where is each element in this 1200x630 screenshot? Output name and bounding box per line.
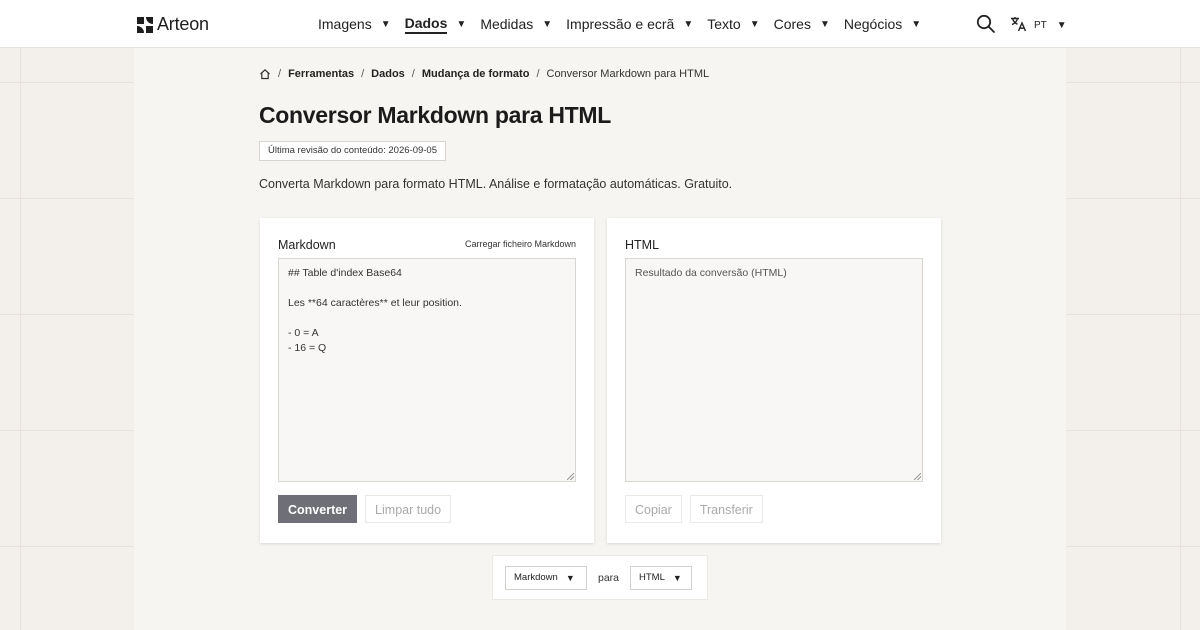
nav-item-label: Imagens xyxy=(318,16,372,32)
brand-name: Arteon xyxy=(157,14,209,34)
download-button[interactable]: Transferir xyxy=(689,495,763,523)
page-title: Conversor Markdown para HTML xyxy=(259,102,611,128)
chevron-down-icon: ▼ xyxy=(380,18,391,30)
chevron-down-icon: ▼ xyxy=(542,18,553,30)
brand-logo[interactable]: Arteon xyxy=(137,14,209,35)
search-icon[interactable] xyxy=(976,14,996,34)
nav-item-label: Impressão e ecrã xyxy=(566,16,675,32)
output-actions: Copiar Transferir xyxy=(625,495,763,523)
target-format-value: HTML xyxy=(639,572,665,583)
source-format-value: Markdown xyxy=(514,572,558,583)
nav-item-label: Dados xyxy=(404,15,448,34)
nav-item-label: Negócios xyxy=(843,16,903,32)
convert-button[interactable]: Converter xyxy=(278,495,358,523)
clear-all-button[interactable]: Limpar tudo xyxy=(365,495,452,523)
home-icon[interactable] xyxy=(259,68,271,80)
chevron-down-icon: ▼ xyxy=(672,572,682,583)
breadcrumb-ferramentas[interactable]: Ferramentas xyxy=(288,68,354,80)
nav-item-negocios[interactable]: Negócios ▼ xyxy=(844,0,921,48)
translate-icon xyxy=(1010,15,1028,36)
chevron-down-icon: ▼ xyxy=(911,18,922,30)
upload-markdown-file-link[interactable]: Carregar ficheiro Markdown xyxy=(465,239,576,249)
html-label: HTML xyxy=(625,238,660,252)
html-output[interactable]: Resultado da conversão (HTML) xyxy=(625,258,923,482)
nav-item-label: Cores xyxy=(773,16,811,32)
chevron-down-icon: ▼ xyxy=(683,18,694,30)
html-output-panel: HTML Resultado da conversão (HTML) Copia… xyxy=(607,218,941,543)
review-date-badge: Última revisão do conteúdo: 2026-09-05 xyxy=(259,141,446,161)
breadcrumb-current: Conversor Markdown para HTML xyxy=(546,68,710,80)
markdown-input-panel: Markdown Carregar ficheiro Markdown ## T… xyxy=(260,218,594,543)
markdown-label: Markdown xyxy=(278,238,336,252)
resize-handle-icon[interactable] xyxy=(914,473,921,480)
main-menu: Imagens ▼ Dados ▼ Medidas ▼ Impressão e … xyxy=(318,0,935,48)
top-navigation-bar: Arteon Imagens ▼ Dados ▼ Medidas ▼ Impre… xyxy=(0,0,1200,48)
breadcrumb-separator: / xyxy=(278,68,282,80)
language-code: PT xyxy=(1034,20,1047,31)
nav-item-medidas[interactable]: Medidas ▼ xyxy=(480,0,552,48)
breadcrumb-separator: / xyxy=(411,68,415,80)
breadcrumb-separator: / xyxy=(361,68,365,80)
page-description: Converta Markdown para formato HTML. Aná… xyxy=(259,177,733,191)
chevron-down-icon: ▼ xyxy=(819,18,830,30)
breadcrumb-mudanca-de-formato[interactable]: Mudança de formato xyxy=(422,68,530,80)
nav-item-cores[interactable]: Cores ▼ xyxy=(774,0,830,48)
logo-mark-icon xyxy=(137,16,153,33)
resize-handle-icon[interactable] xyxy=(567,473,574,480)
format-selector: Markdown ▼ para HTML ▼ xyxy=(492,555,708,600)
chevron-down-icon: ▼ xyxy=(456,18,467,30)
format-connector: para xyxy=(598,571,620,584)
nav-item-dados[interactable]: Dados ▼ xyxy=(404,0,467,48)
nav-item-texto[interactable]: Texto ▼ xyxy=(707,0,759,48)
breadcrumb-separator: / xyxy=(536,68,540,80)
language-selector[interactable]: PT ▼ xyxy=(1010,15,1067,36)
chevron-down-icon: ▼ xyxy=(749,18,760,30)
nav-item-label: Texto xyxy=(707,16,741,32)
nav-item-imagens[interactable]: Imagens ▼ xyxy=(318,0,391,48)
nav-item-impressao-e-ecra[interactable]: Impressão e ecrã ▼ xyxy=(566,0,693,48)
chevron-down-icon: ▼ xyxy=(565,572,575,583)
target-format-select[interactable]: HTML ▼ xyxy=(630,565,693,590)
main-content: / Ferramentas / Dados / Mudança de forma… xyxy=(134,48,1066,630)
chevron-down-icon: ▼ xyxy=(1056,20,1067,31)
breadcrumb: / Ferramentas / Dados / Mudança de forma… xyxy=(259,68,709,80)
breadcrumb-dados[interactable]: Dados xyxy=(371,68,405,80)
markdown-input[interactable]: ## Table d'index Base64 Les **64 caractè… xyxy=(278,258,576,482)
source-format-select[interactable]: Markdown ▼ xyxy=(505,565,587,590)
input-actions: Converter Limpar tudo xyxy=(278,495,452,523)
nav-item-label: Medidas xyxy=(480,16,534,32)
copy-button[interactable]: Copiar xyxy=(625,495,682,523)
